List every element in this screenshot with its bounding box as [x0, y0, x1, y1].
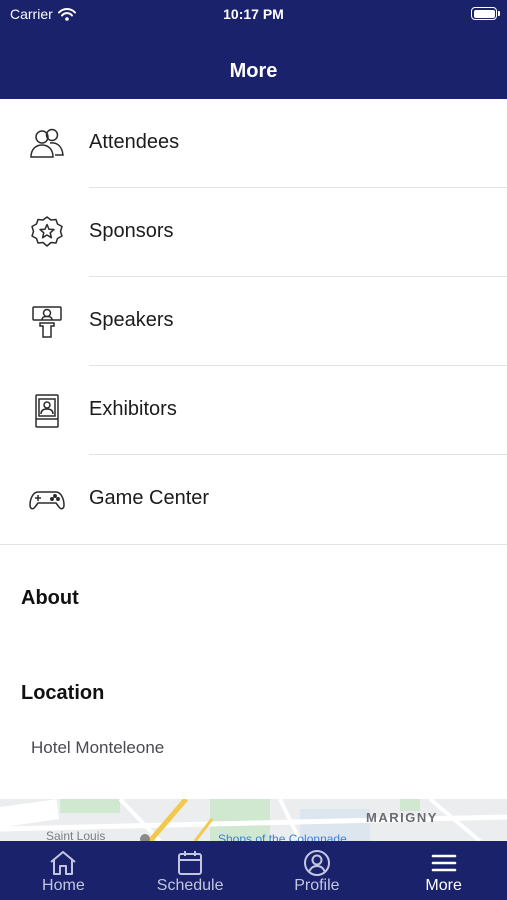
tab-home[interactable]: Home	[0, 841, 127, 900]
battery-icon	[471, 7, 500, 20]
menu-item-label: Exhibitors	[89, 398, 177, 420]
menu-item-label: Game Center	[89, 487, 210, 509]
status-bar: Carrier 10:17 PM	[0, 0, 507, 30]
tab-label: Home	[42, 877, 85, 894]
speaker-podium-icon	[32, 306, 62, 338]
exhibitor-booth-icon	[35, 394, 59, 428]
menu-item-label: Sponsors	[89, 220, 174, 242]
location-name: Hotel Monteleone	[31, 738, 165, 757]
tab-more[interactable]: More	[380, 841, 507, 900]
tab-profile[interactable]: Profile	[254, 841, 381, 900]
top-navigation-bar: Carrier 10:17 PM More	[0, 0, 507, 99]
status-time: 10:17 PM	[223, 6, 284, 22]
map-street-label: Saint Louis	[46, 829, 106, 841]
menu-item-game-center[interactable]: Game Center	[0, 455, 507, 544]
tab-schedule[interactable]: Schedule	[127, 841, 254, 900]
menu-item-label: Attendees	[89, 131, 180, 153]
divider	[0, 544, 507, 545]
home-icon	[50, 851, 77, 875]
map-poi-label: Shops of the Colonnade	[218, 832, 347, 841]
tab-label: Schedule	[156, 877, 224, 894]
profile-icon	[303, 850, 330, 876]
menu-item-speakers[interactable]: Speakers	[0, 277, 507, 366]
map-district-label: MARIGNY	[366, 810, 438, 825]
location-map[interactable]: MARIGNY Saint Louis Shops of the Colonna…	[0, 799, 507, 841]
menu-item-label: Speakers	[89, 309, 174, 331]
about-heading: About	[21, 587, 79, 609]
sponsor-badge-icon	[31, 216, 63, 247]
more-menu-list: Attendees Sponsors Speakers Exhibitors G…	[0, 99, 507, 544]
location-heading: Location	[21, 682, 105, 704]
game-controller-icon	[29, 491, 65, 510]
menu-item-attendees[interactable]: Attendees	[0, 99, 507, 188]
bottom-tab-bar: Home Schedule Profile More	[0, 841, 507, 900]
page-title: More	[229, 60, 278, 82]
attendees-icon	[30, 128, 64, 158]
tab-label: More	[425, 877, 462, 894]
menu-icon	[431, 854, 456, 872]
tab-label: Profile	[294, 877, 340, 894]
menu-item-exhibitors[interactable]: Exhibitors	[0, 366, 507, 455]
menu-item-sponsors[interactable]: Sponsors	[0, 188, 507, 277]
calendar-icon	[178, 851, 203, 875]
